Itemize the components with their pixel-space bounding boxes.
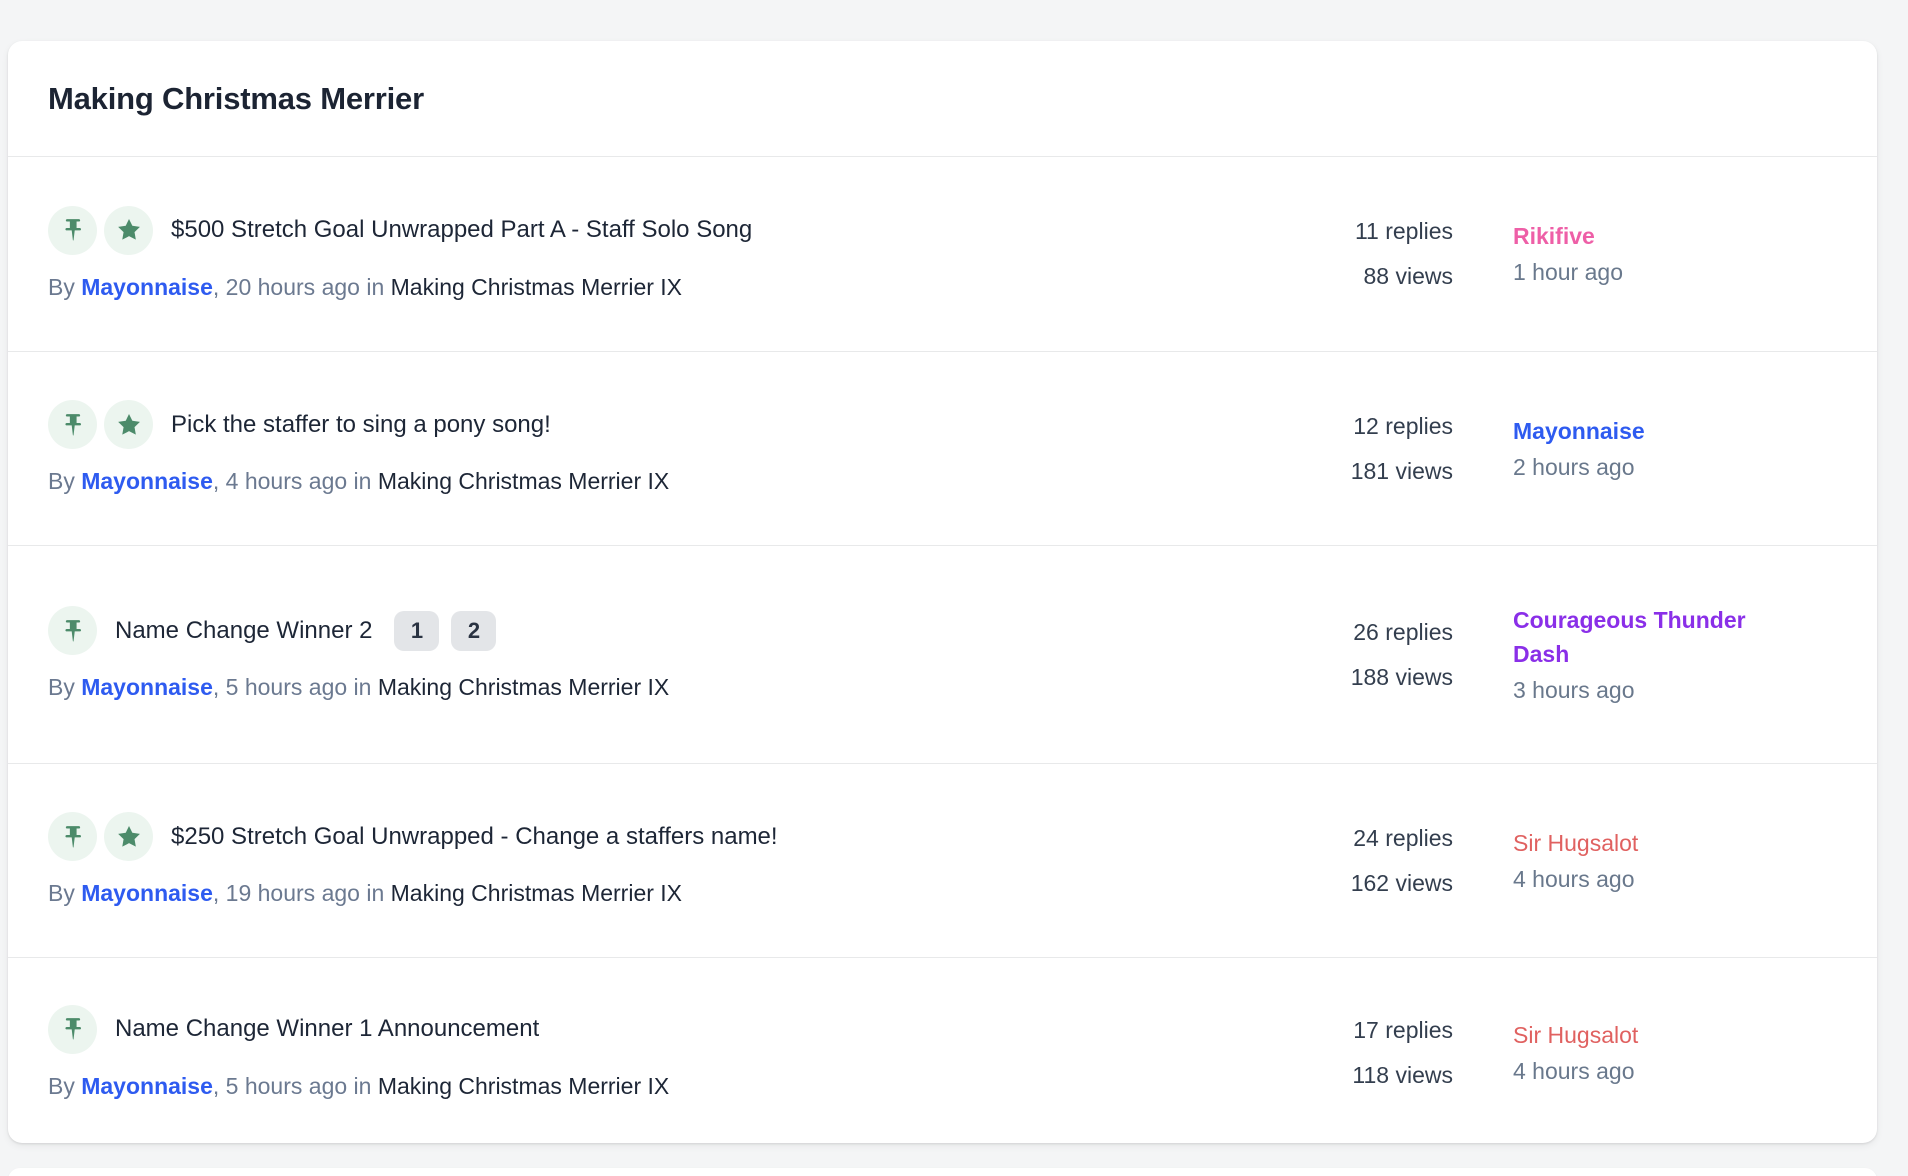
- last-post-time-link[interactable]: 2 hours ago: [1513, 450, 1837, 484]
- posted-time-link[interactable]: 20 hours ago: [226, 274, 360, 300]
- last-post-info: Sir Hugsalot 4 hours ago: [1513, 826, 1837, 896]
- topic-stats: 11 replies 88 views: [1283, 209, 1453, 299]
- last-post-info: Sir Hugsalot 4 hours ago: [1513, 1018, 1837, 1088]
- posted-time-link[interactable]: 5 hours ago: [226, 674, 347, 700]
- pinned-icon: [48, 1005, 97, 1054]
- featured-star-icon: [104, 206, 153, 255]
- topic-main: Name Change Winner 1 Announcement By May…: [48, 1005, 1283, 1102]
- comma: ,: [213, 1073, 219, 1099]
- page-badges: 1 2: [394, 611, 508, 651]
- last-post-time-link[interactable]: 4 hours ago: [1513, 862, 1837, 896]
- topic-stats: 24 replies 162 views: [1283, 816, 1453, 906]
- in-label: in: [366, 274, 384, 300]
- last-post-info: Rikifive 1 hour ago: [1513, 219, 1837, 289]
- last-poster-link[interactable]: Sir Hugsalot: [1513, 826, 1773, 860]
- featured-star-icon: [104, 400, 153, 449]
- views-count: 181 views: [1283, 449, 1453, 494]
- topic-main: Name Change Winner 2 1 2 By Mayonnaise, …: [48, 606, 1283, 703]
- author-link[interactable]: Mayonnaise: [81, 274, 213, 300]
- posted-time-link[interactable]: 19 hours ago: [226, 880, 360, 906]
- last-poster-link[interactable]: Courageous Thunder Dash: [1513, 603, 1773, 671]
- forum-link[interactable]: Making Christmas Merrier IX: [378, 1073, 669, 1099]
- replies-count: 12 replies: [1283, 404, 1453, 449]
- last-post-time-link[interactable]: 1 hour ago: [1513, 255, 1837, 289]
- author-link[interactable]: Mayonnaise: [81, 880, 213, 906]
- by-label: By: [48, 274, 75, 300]
- last-post-info: Mayonnaise 2 hours ago: [1513, 414, 1837, 484]
- forum-link[interactable]: Making Christmas Merrier IX: [391, 274, 682, 300]
- topic-title-link[interactable]: Name Change Winner 2: [115, 617, 372, 645]
- topic-row: $500 Stretch Goal Unwrapped Part A - Sta…: [8, 157, 1877, 351]
- page-1-badge[interactable]: 1: [394, 611, 439, 651]
- topic-stats: 12 replies 181 views: [1283, 404, 1453, 494]
- in-label: in: [354, 1073, 372, 1099]
- posted-time-link[interactable]: 4 hours ago: [226, 468, 347, 494]
- topic-row: Name Change Winner 2 1 2 By Mayonnaise, …: [8, 545, 1877, 763]
- pinned-icon: [48, 606, 97, 655]
- topic-title-link[interactable]: $250 Stretch Goal Unwrapped - Change a s…: [171, 823, 778, 851]
- views-count: 188 views: [1283, 655, 1453, 700]
- topic-byline: By Mayonnaise, 5 hours ago in Making Chr…: [48, 1070, 1283, 1102]
- topic-byline: By Mayonnaise, 4 hours ago in Making Chr…: [48, 465, 1283, 497]
- pinned-icon: [48, 400, 97, 449]
- featured-star-icon: [104, 812, 153, 861]
- last-post-time-link[interactable]: 4 hours ago: [1513, 1054, 1837, 1088]
- topic-list-card: Making Christmas Merrier $500 Stretch Go…: [8, 41, 1877, 1143]
- by-label: By: [48, 674, 75, 700]
- page-2-badge[interactable]: 2: [451, 611, 496, 651]
- views-count: 162 views: [1283, 861, 1453, 906]
- last-post-info: Courageous Thunder Dash 3 hours ago: [1513, 603, 1837, 707]
- pinned-icon: [48, 812, 97, 861]
- topic-row: $250 Stretch Goal Unwrapped - Change a s…: [8, 763, 1877, 957]
- comma: ,: [213, 274, 219, 300]
- topic-title-link[interactable]: Name Change Winner 1 Announcement: [115, 1015, 539, 1043]
- views-count: 118 views: [1283, 1053, 1453, 1098]
- by-label: By: [48, 880, 75, 906]
- forum-link[interactable]: Making Christmas Merrier IX: [391, 880, 682, 906]
- topic-byline: By Mayonnaise, 5 hours ago in Making Chr…: [48, 671, 1283, 703]
- topic-row: Name Change Winner 1 Announcement By May…: [8, 957, 1877, 1143]
- topic-stats: 26 replies 188 views: [1283, 610, 1453, 700]
- topic-byline: By Mayonnaise, 19 hours ago in Making Ch…: [48, 877, 1283, 909]
- views-count: 88 views: [1283, 254, 1453, 299]
- card-header: Making Christmas Merrier: [8, 41, 1877, 157]
- in-label: in: [354, 468, 372, 494]
- replies-count: 11 replies: [1283, 209, 1453, 254]
- last-poster-link[interactable]: Sir Hugsalot: [1513, 1018, 1773, 1052]
- in-label: in: [354, 674, 372, 700]
- last-poster-link[interactable]: Mayonnaise: [1513, 414, 1773, 448]
- author-link[interactable]: Mayonnaise: [81, 1073, 213, 1099]
- by-label: By: [48, 468, 75, 494]
- by-label: By: [48, 1073, 75, 1099]
- forum-link[interactable]: Making Christmas Merrier IX: [378, 674, 669, 700]
- replies-count: 26 replies: [1283, 610, 1453, 655]
- topic-row: Pick the staffer to sing a pony song! By…: [8, 351, 1877, 545]
- author-link[interactable]: Mayonnaise: [81, 468, 213, 494]
- topic-main: $500 Stretch Goal Unwrapped Part A - Sta…: [48, 206, 1283, 303]
- replies-count: 24 replies: [1283, 816, 1453, 861]
- posted-time-link[interactable]: 5 hours ago: [226, 1073, 347, 1099]
- topic-byline: By Mayonnaise, 20 hours ago in Making Ch…: [48, 271, 1283, 303]
- replies-count: 17 replies: [1283, 1008, 1453, 1053]
- topic-main: $250 Stretch Goal Unwrapped - Change a s…: [48, 812, 1283, 909]
- last-poster-link[interactable]: Rikifive: [1513, 219, 1773, 253]
- comma: ,: [213, 674, 219, 700]
- next-card-top-edge: [8, 1168, 1877, 1176]
- comma: ,: [213, 880, 219, 906]
- author-link[interactable]: Mayonnaise: [81, 674, 213, 700]
- topic-title-link[interactable]: Pick the staffer to sing a pony song!: [171, 411, 551, 439]
- forum-link[interactable]: Making Christmas Merrier IX: [378, 468, 669, 494]
- topic-title-link[interactable]: $500 Stretch Goal Unwrapped Part A - Sta…: [171, 216, 752, 244]
- last-post-time-link[interactable]: 3 hours ago: [1513, 673, 1837, 707]
- forum-title: Making Christmas Merrier: [48, 81, 424, 117]
- topic-stats: 17 replies 118 views: [1283, 1008, 1453, 1098]
- topic-main: Pick the staffer to sing a pony song! By…: [48, 400, 1283, 497]
- pinned-icon: [48, 206, 97, 255]
- comma: ,: [213, 468, 219, 494]
- in-label: in: [366, 880, 384, 906]
